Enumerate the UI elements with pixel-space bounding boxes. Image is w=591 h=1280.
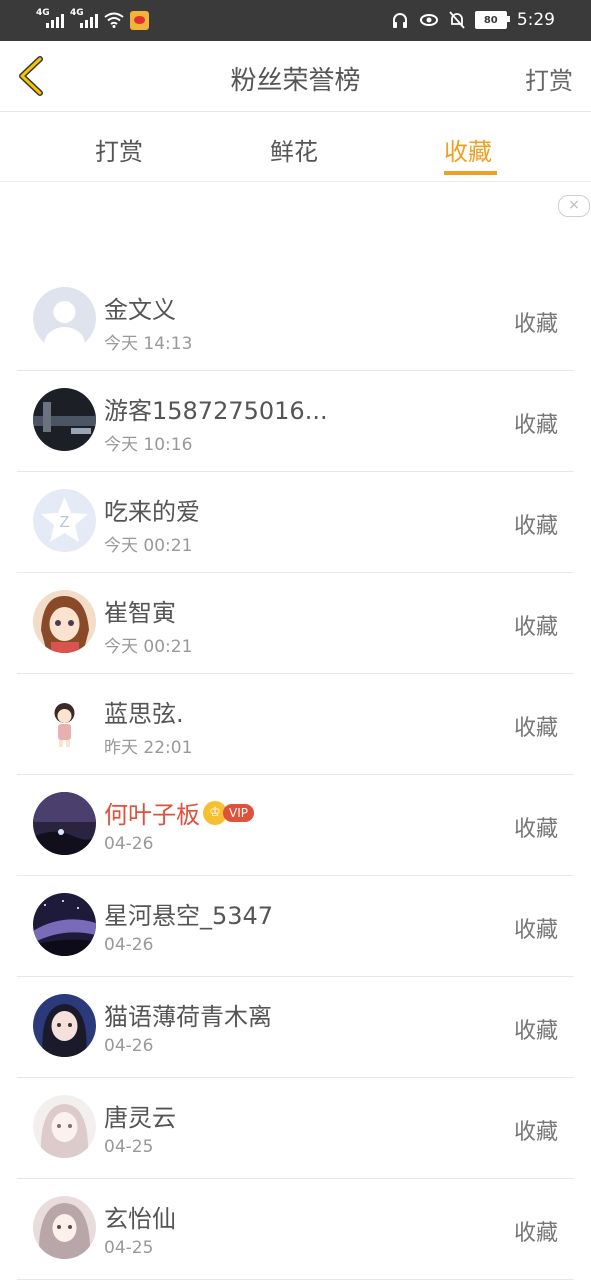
chibi-avatar: [33, 691, 96, 754]
user-name-vip: 何叶子板 ♔ VIP: [104, 795, 254, 830]
weibo-notification-icon: [130, 10, 149, 30]
headphones-icon: [392, 13, 407, 28]
timestamp: 04-26: [104, 1036, 154, 1056]
user-name: 玄怡仙: [104, 1205, 176, 1233]
action-label: 收藏: [513, 1120, 558, 1145]
night-sky-avatar: [33, 792, 96, 855]
wifi-icon: [104, 12, 124, 28]
girl-blue-avatar: [33, 994, 96, 1057]
ancient-girl-avatar: [33, 1196, 96, 1259]
timestamp: 昨天 22:01: [104, 738, 193, 758]
list-item[interactable]: 猫语薄荷青木离 04-26 收藏: [17, 977, 574, 1078]
timestamp: 04-25: [104, 1238, 154, 1258]
tab-favorites[interactable]: 收藏: [444, 132, 492, 167]
action-label: 收藏: [513, 1221, 558, 1246]
list-item[interactable]: 唐灵云 04-25 收藏: [17, 1078, 574, 1179]
bell-off-icon: [449, 11, 465, 29]
fan-list: 金文义 今天 14:13 收藏 游客1587275016... 今天 10:16…: [0, 270, 591, 1280]
action-label: 收藏: [513, 413, 558, 438]
list-item[interactable]: 星河悬空_5347 04-26 收藏: [17, 876, 574, 977]
user-name: 何叶子板: [104, 801, 200, 829]
list-item[interactable]: 金文义 今天 14:13 收藏: [17, 270, 574, 371]
signal-1-icon: 4G: [36, 8, 64, 30]
timestamp: 今天 00:21: [104, 536, 193, 556]
anime-girl-avatar: [33, 590, 96, 653]
dark-photo-avatar: [33, 388, 96, 451]
list-item[interactable]: 玄怡仙 04-25 收藏: [17, 1179, 574, 1280]
timestamp: 04-26: [104, 834, 154, 854]
tab-bar: 打赏 鲜花 收藏: [0, 111, 591, 182]
status-right: 80 5:29: [391, 9, 555, 31]
user-name: 崔智寅: [104, 599, 176, 627]
action-label: 收藏: [513, 918, 558, 943]
action-label: 收藏: [513, 615, 558, 640]
list-item[interactable]: 游客1587275016... 今天 10:16 收藏: [17, 371, 574, 472]
user-name: 吃来的爱: [104, 498, 200, 526]
svg-text:Z: Z: [60, 514, 70, 531]
battery-level: 80: [483, 14, 498, 26]
clock: 5:29: [516, 10, 555, 30]
action-label: 收藏: [513, 817, 558, 842]
page-title: 粉丝荣誉榜: [230, 66, 361, 96]
active-tab-indicator: [444, 171, 497, 175]
user-name: 蓝思弦.: [104, 700, 184, 728]
status-bar: 4G 4G 80 5:29: [0, 0, 591, 41]
vip-badge: VIP: [223, 803, 254, 822]
timestamp: 04-25: [104, 1137, 154, 1157]
reward-button[interactable]: 打赏: [525, 61, 573, 96]
user-name: 星河悬空_5347: [104, 902, 274, 930]
timestamp: 04-26: [104, 935, 154, 955]
action-label: 收藏: [513, 312, 558, 337]
action-label: 收藏: [513, 1019, 558, 1044]
list-item[interactable]: 何叶子板 ♔ VIP 04-26 收藏: [17, 775, 574, 876]
eye-comfort-icon: [419, 14, 438, 26]
signal-2-icon: 4G: [70, 8, 98, 30]
default-avatar: [33, 287, 96, 350]
user-name: 游客1587275016...: [104, 397, 328, 425]
list-item[interactable]: Z 吃来的爱 今天 00:21 收藏: [17, 472, 574, 573]
close-icon: ×: [568, 197, 580, 213]
action-label: 收藏: [513, 716, 558, 741]
battery-icon: 80: [474, 11, 510, 29]
status-left: 4G 4G: [36, 8, 149, 31]
galaxy-avatar: [33, 893, 96, 956]
timestamp: 今天 00:21: [104, 637, 193, 657]
ad-close-button[interactable]: ×: [558, 195, 590, 217]
timestamp: 今天 14:13: [104, 334, 193, 354]
user-name: 猫语薄荷青木离: [104, 1003, 272, 1031]
user-name: 唐灵云: [104, 1104, 176, 1132]
tab-flowers[interactable]: 鲜花: [270, 132, 318, 167]
list-item[interactable]: 崔智寅 今天 00:21 收藏: [17, 573, 574, 674]
timestamp: 今天 10:16: [104, 435, 193, 455]
tab-reward[interactable]: 打赏: [95, 132, 143, 167]
action-label: 收藏: [513, 514, 558, 539]
qq-avatar: Z: [33, 489, 96, 552]
user-name: 金文义: [104, 296, 176, 324]
sketch-girl-avatar: [33, 1095, 96, 1158]
nav-bar: 粉丝荣誉榜 打赏: [0, 41, 591, 112]
list-item[interactable]: 蓝思弦. 昨天 22:01 收藏: [17, 674, 574, 775]
